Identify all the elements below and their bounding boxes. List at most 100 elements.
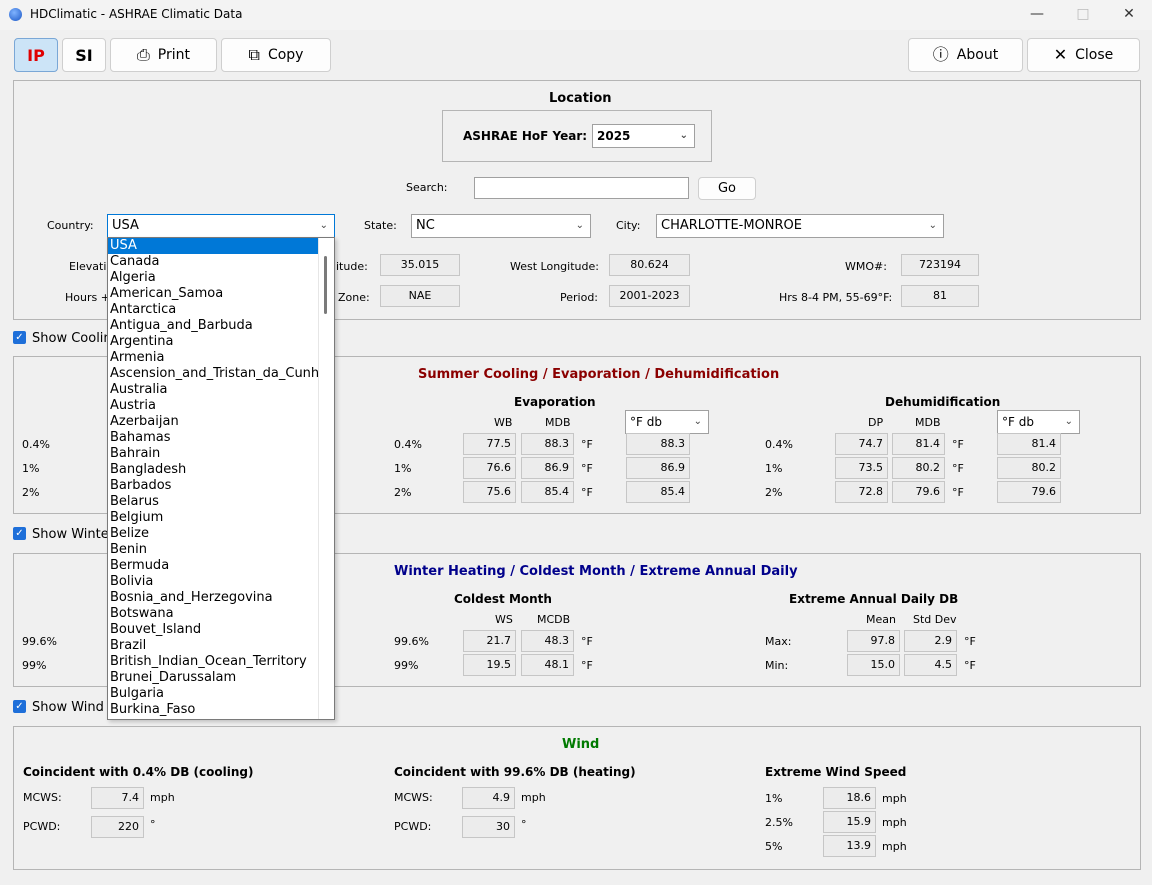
country-option[interactable]: Bosnia_and_Herzegovina <box>108 590 318 606</box>
search-input[interactable] <box>474 177 689 199</box>
dehum-mdb-field: 79.6 <box>892 481 945 503</box>
wmo-label: WMO#: <box>845 260 887 273</box>
winter-heading: Winter Heating / Coldest Month / Extreme… <box>394 564 798 579</box>
dehum-mdb-field: 81.4 <box>892 433 945 455</box>
dropdown-scrollbar[interactable] <box>318 238 334 719</box>
go-button[interactable]: Go <box>698 177 756 200</box>
extreme-mean-field: 97.8 <box>847 630 900 652</box>
cool-left-row-1: 1% <box>22 462 40 475</box>
country-option[interactable]: Botswana <box>108 606 318 622</box>
minimize-icon[interactable]: — <box>1014 0 1060 30</box>
chevron-down-icon: ⌄ <box>1064 416 1073 427</box>
window-title: HDClimatic - ASHRAE Climatic Data <box>30 7 243 21</box>
country-option[interactable]: Barbados <box>108 478 318 494</box>
evaporation-heading: Evaporation <box>514 395 596 409</box>
coldest-month-heading: Coldest Month <box>454 592 552 606</box>
about-button[interactable]: ⓘ About <box>908 38 1023 72</box>
dehum-db-field: 80.2 <box>997 457 1061 479</box>
country-select[interactable]: USA ⌄ <box>107 214 335 238</box>
wind-heat-mcws-unit: mph <box>521 791 546 804</box>
country-option[interactable]: Algeria <box>108 270 318 286</box>
country-option[interactable]: Belize <box>108 526 318 542</box>
dehum-db-select[interactable]: °F db ⌄ <box>997 410 1080 434</box>
wind-heat-mcws-field: 4.9 <box>462 787 515 809</box>
country-option[interactable]: Bangladesh <box>108 462 318 478</box>
cooling-heading: Summer Cooling / Evaporation / Dehumidif… <box>418 367 780 382</box>
country-option[interactable]: Antigua_and_Barbuda <box>108 318 318 334</box>
latitude-label: itude: <box>336 260 368 273</box>
hof-year-select[interactable]: 2025 ⌄ <box>592 124 695 148</box>
evap-mdb-field: 88.3 <box>521 433 574 455</box>
go-label: Go <box>717 181 737 196</box>
evap-unit: °F <box>581 438 593 451</box>
evap-db-select[interactable]: °F db ⌄ <box>625 410 709 434</box>
wind-heat-heading: Coincident with 99.6% DB (heating) <box>394 765 636 779</box>
scrollbar-thumb[interactable] <box>324 256 327 314</box>
dehum-db-value: °F db <box>1002 415 1034 429</box>
si-units-button[interactable]: SI <box>62 38 106 72</box>
close-button[interactable]: ✕ Close <box>1027 38 1140 72</box>
hours-label: Hours + <box>65 291 110 304</box>
country-option[interactable]: American_Samoa <box>108 286 318 302</box>
country-option[interactable]: British_Indian_Ocean_Territory <box>108 654 318 670</box>
extreme-wind-unit: mph <box>882 792 907 805</box>
zone-label: Zone: <box>338 291 370 304</box>
country-dropdown-list[interactable]: USA Canada Algeria American_Samoa Antarctica… <box>107 237 335 720</box>
coldest-ws-field: 19.5 <box>463 654 516 676</box>
country-option[interactable]: Armenia <box>108 350 318 366</box>
extreme-col-mean: Mean <box>866 613 896 626</box>
copy-label: Copy <box>267 47 304 63</box>
country-option[interactable]: Bermuda <box>108 558 318 574</box>
show-winter-checkbox[interactable]: ✓ <box>13 527 26 540</box>
evap-mdb-field: 85.4 <box>521 481 574 503</box>
show-wind-checkbox[interactable]: ✓ <box>13 700 26 713</box>
country-option[interactable]: Canada <box>108 254 318 270</box>
country-option[interactable]: Bouvet_Island <box>108 622 318 638</box>
coldest-mcdb-field: 48.1 <box>521 654 574 676</box>
country-option[interactable]: Bahamas <box>108 430 318 446</box>
city-label: City: <box>616 219 641 232</box>
evap-wb-field: 77.5 <box>463 433 516 455</box>
country-option[interactable]: Bolivia <box>108 574 318 590</box>
country-option[interactable]: Bahrain <box>108 446 318 462</box>
country-value: USA <box>112 218 139 233</box>
country-option[interactable]: Benin <box>108 542 318 558</box>
print-button[interactable]: ⎙ Print <box>110 38 217 72</box>
evap-db-value: °F db <box>630 415 662 429</box>
latitude-field: 35.015 <box>380 254 460 276</box>
extreme-row-label: Min: <box>765 659 789 672</box>
country-option[interactable]: Bulgaria <box>108 686 318 702</box>
country-option[interactable]: Brunei_Darussalam <box>108 670 318 686</box>
extreme-stddev-field: 2.9 <box>904 630 957 652</box>
zone-field: NAE <box>380 285 460 307</box>
country-option[interactable]: Ascension_and_Tristan_da_Cunha <box>108 366 318 382</box>
evap-wb-field: 75.6 <box>463 481 516 503</box>
country-option[interactable]: Belarus <box>108 494 318 510</box>
coldest-col-mcdb: MCDB <box>537 613 571 626</box>
country-option[interactable]: Austria <box>108 398 318 414</box>
show-wind-label: Show Wind <box>32 700 104 715</box>
country-option[interactable]: Belgium <box>108 510 318 526</box>
country-option[interactable]: Argentina <box>108 334 318 350</box>
coldest-mcdb-field: 48.3 <box>521 630 574 652</box>
period-field: 2001-2023 <box>609 285 690 307</box>
ip-units-button[interactable]: IP <box>14 38 58 72</box>
show-cooling-checkbox[interactable]: ✓ <box>13 331 26 344</box>
country-option[interactable]: Brazil <box>108 638 318 654</box>
coldest-row-pct: 99% <box>394 659 419 672</box>
country-option[interactable]: Australia <box>108 382 318 398</box>
dehum-row-pct: 0.4% <box>765 438 793 451</box>
si-label: SI <box>75 45 93 65</box>
country-option[interactable]: Burkina_Faso <box>108 702 318 718</box>
state-select[interactable]: NC ⌄ <box>411 214 591 238</box>
dehum-db-field: 81.4 <box>997 433 1061 455</box>
city-select[interactable]: CHARLOTTE-MONROE ⌄ <box>656 214 944 238</box>
copy-button[interactable]: ⧉ Copy <box>221 38 331 72</box>
country-option[interactable]: Azerbaijan <box>108 414 318 430</box>
window-close-icon[interactable]: ✕ <box>1106 0 1152 30</box>
extreme-col-stddev: Std Dev <box>913 613 957 626</box>
country-option[interactable]: Antarctica <box>108 302 318 318</box>
evap-mdb-field: 86.9 <box>521 457 574 479</box>
wind-heat-mcws-label: MCWS: <box>394 791 433 804</box>
country-option[interactable]: USA <box>108 238 318 254</box>
